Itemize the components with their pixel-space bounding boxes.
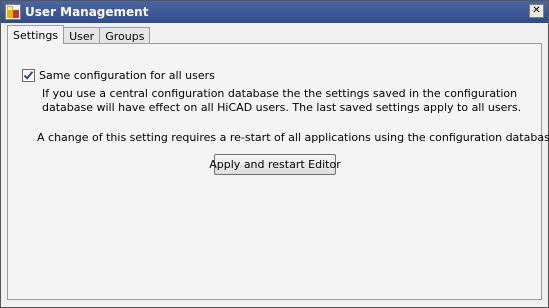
tab-settings[interactable]: Settings: [7, 25, 65, 44]
user-management-window: User Management ✕ Settings User Groups S…: [0, 0, 549, 308]
same-config-checkbox[interactable]: [22, 69, 35, 82]
close-button[interactable]: ✕: [529, 4, 544, 18]
title-bar[interactable]: User Management ✕: [1, 1, 548, 23]
config-description: If you use a central configuration datab…: [42, 87, 522, 114]
checkmark-icon: [23, 71, 34, 80]
same-config-label: Same configuration for all users: [39, 69, 215, 82]
settings-panel: Same configuration for all users If you …: [7, 43, 549, 300]
restart-note: A change of this setting requires a re-s…: [37, 131, 549, 144]
tab-groups[interactable]: Groups: [99, 27, 151, 44]
hicad-app-icon: [5, 4, 21, 20]
tab-user[interactable]: User: [63, 27, 101, 44]
same-config-option[interactable]: Same configuration for all users: [22, 69, 215, 82]
close-icon: ✕: [532, 5, 541, 16]
window-title: User Management: [25, 5, 149, 19]
apply-restart-button[interactable]: Apply and restart Editor: [209, 154, 341, 175]
tab-strip: Settings User Groups: [7, 25, 151, 44]
